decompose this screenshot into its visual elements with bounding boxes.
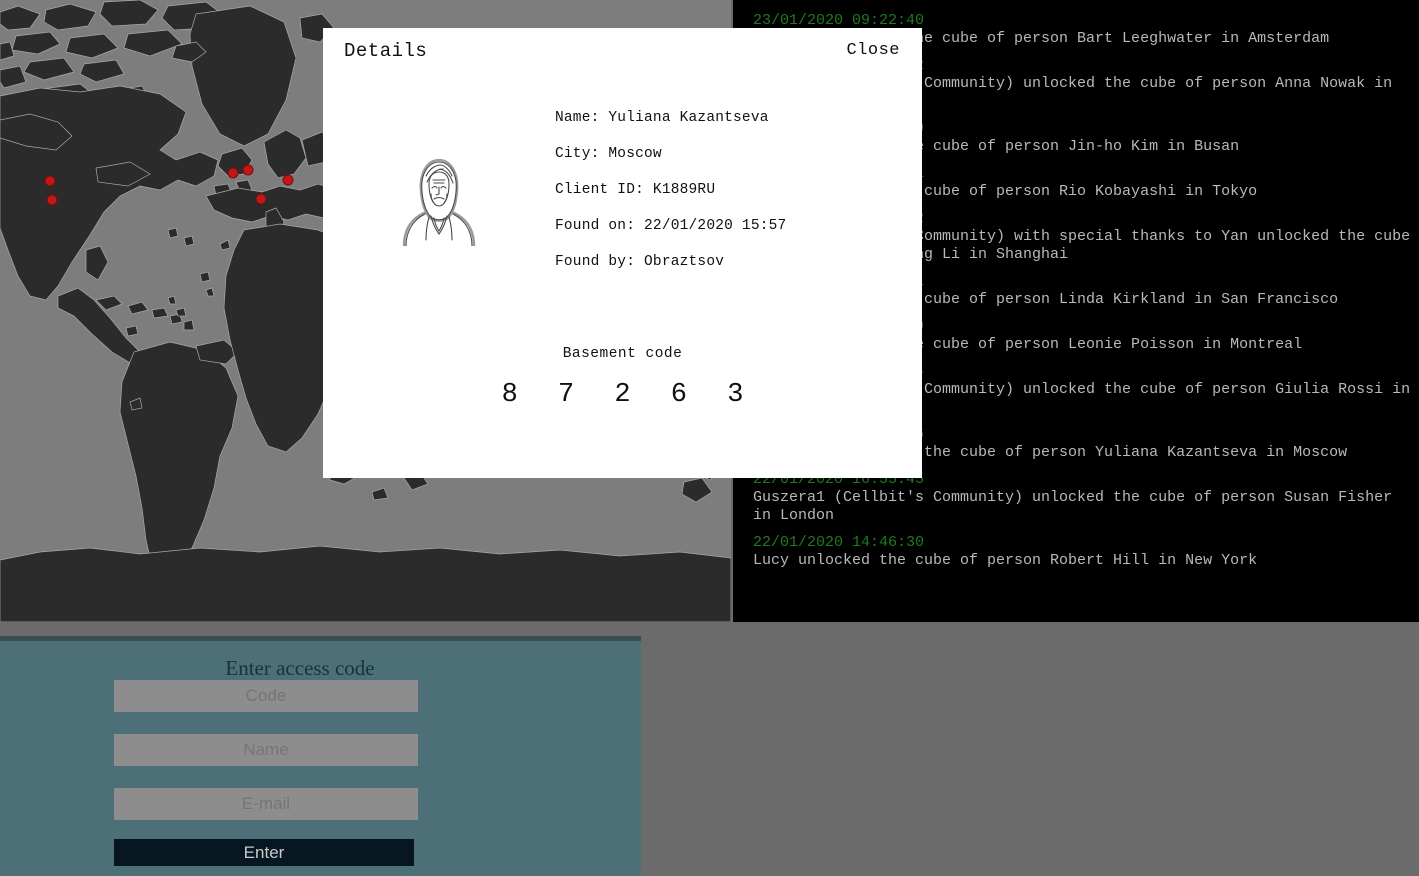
map-marker-milan[interactable] xyxy=(255,193,267,205)
info-name: Name: Yuliana Kazantseva xyxy=(555,110,769,126)
log-message: Guszera1 (Cellbit's Community) unlocked … xyxy=(753,489,1393,524)
dialog-title: Details xyxy=(344,40,428,62)
name-input[interactable] xyxy=(114,734,418,766)
person-info-list: Name: Yuliana Kazantseva City: Moscow Cl… xyxy=(555,96,786,280)
map-marker-london[interactable] xyxy=(227,167,239,179)
details-dialog: Details Close Name: Yuliana Kazantseva C… xyxy=(323,28,922,478)
person-portrait-icon xyxy=(402,158,476,246)
app-root: 23/01/2020 09:22:40 Malinda unlocked the… xyxy=(0,0,1419,876)
access-code-panel: Enter access code Enter xyxy=(0,641,641,876)
close-button[interactable]: Close xyxy=(846,41,900,60)
info-city: City: Moscow xyxy=(555,146,662,162)
log-timestamp: 22/01/2020 14:46:30 xyxy=(753,534,925,551)
enter-button[interactable]: Enter xyxy=(114,839,414,866)
map-marker-new-york[interactable] xyxy=(46,194,58,206)
log-entry: 22/01/2020 16:55:45 Guszera1 (Cellbit's … xyxy=(753,471,1419,525)
map-marker-krakow[interactable] xyxy=(282,174,294,186)
basement-code-value: 8 7 2 6 3 xyxy=(501,380,756,410)
dialog-header: Details Close xyxy=(323,28,922,74)
access-form-title: Enter access code xyxy=(225,656,375,680)
info-client-id: Client ID: K1889RU xyxy=(555,182,716,198)
basement-code-block: Basement code 8 7 2 6 3 xyxy=(323,346,922,410)
map-marker-montreal[interactable] xyxy=(44,175,56,187)
basement-code-label: Basement code xyxy=(562,346,683,362)
log-entry: 22/01/2020 14:46:30 Lucy unlocked the cu… xyxy=(753,534,1419,570)
portrait-container xyxy=(323,96,555,246)
code-input[interactable] xyxy=(114,680,418,712)
log-message: Lucy unlocked the cube of person Robert … xyxy=(753,552,1258,569)
email-input[interactable] xyxy=(114,788,418,820)
map-marker-amsterdam[interactable] xyxy=(242,164,254,176)
info-found-by: Found by: Obraztsov xyxy=(555,254,725,270)
info-found-on: Found on: 22/01/2020 15:57 xyxy=(555,218,787,234)
dialog-body: Name: Yuliana Kazantseva City: Moscow Cl… xyxy=(323,74,922,280)
